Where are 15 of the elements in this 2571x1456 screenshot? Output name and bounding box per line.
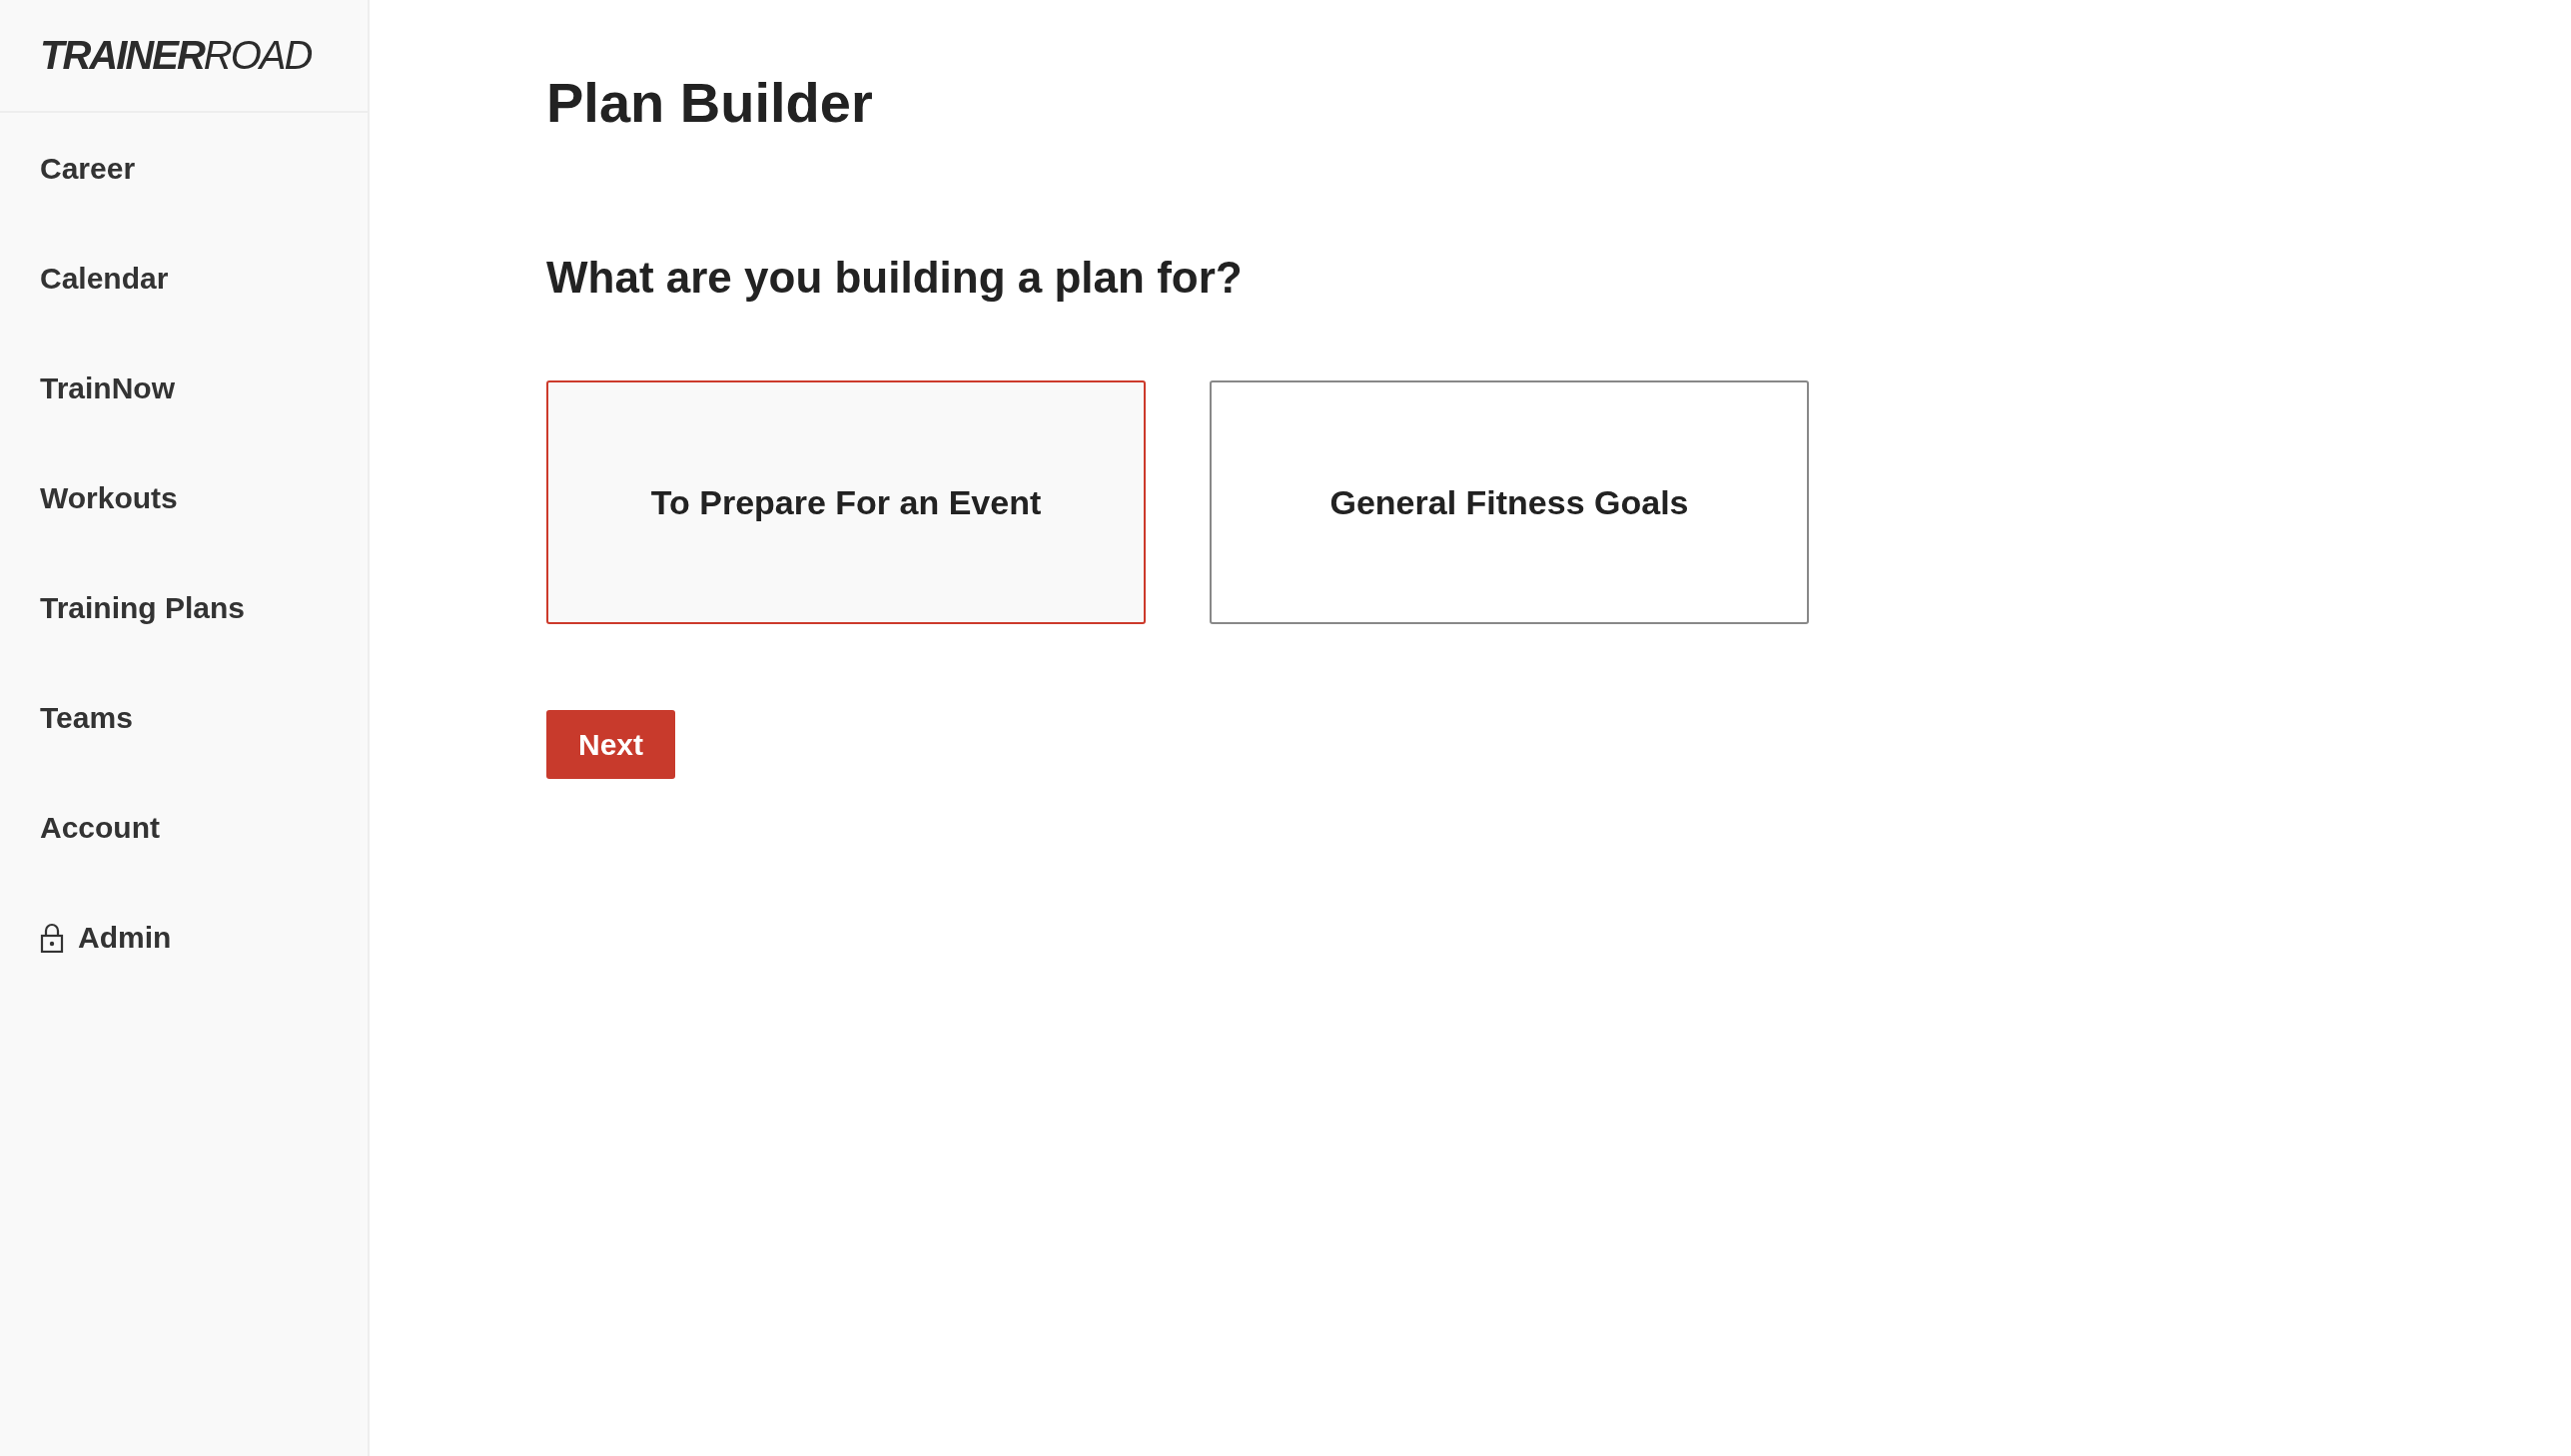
logo[interactable]: TRAINERROAD [40,33,312,78]
option-card[interactable]: To Prepare For an Event [546,380,1146,624]
nav-item[interactable]: Account [0,773,368,883]
nav-item[interactable]: Career [0,114,368,224]
page-title: Plan Builder [546,70,874,135]
next-button[interactable]: Next [546,710,676,779]
nav-item[interactable]: Workouts [0,443,368,553]
option-card[interactable]: General Fitness Goals [1210,380,1809,624]
nav-item[interactable]: TrainNow [0,334,368,443]
nav-item[interactable]: Admin [0,883,368,993]
nav-item[interactable]: Calendar [0,224,368,334]
nav-item[interactable]: Training Plans [0,553,368,663]
question-heading: What are you building a plan for? [546,253,1244,303]
nav-item[interactable]: Teams [0,663,368,773]
lock-icon [40,923,64,953]
